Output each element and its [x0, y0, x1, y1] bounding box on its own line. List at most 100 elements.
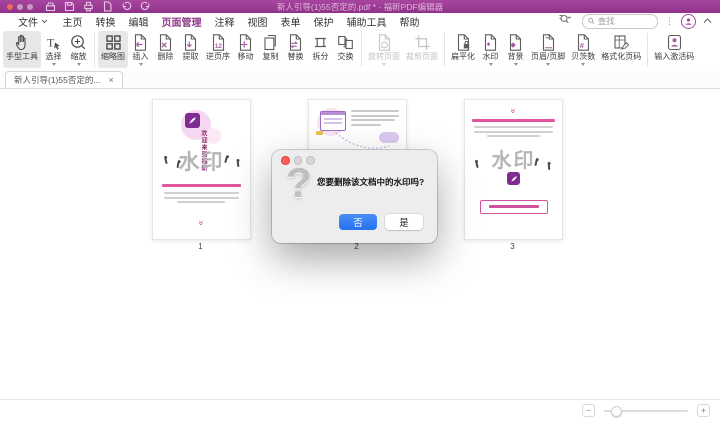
search-box[interactable]	[582, 14, 658, 29]
zoom-slider-knob[interactable]	[611, 406, 622, 417]
ribbon-tab-转换[interactable]: 转换	[89, 13, 122, 30]
toolbar-item-page-delete[interactable]: 删除	[153, 31, 178, 68]
text-line-decor	[351, 124, 381, 126]
toolbar-item-label: 输入激活码	[654, 53, 694, 62]
dropdown-caret-icon	[489, 62, 493, 68]
dropdown-caret-icon	[382, 62, 386, 68]
ribbon-tab-辅助工具[interactable]: 辅助工具	[340, 13, 393, 30]
toolbar-item-background[interactable]: 背景	[503, 31, 528, 68]
ribbon-tabs: 主页转换编辑页面管理注释视图表单保护辅助工具帮助	[56, 13, 426, 30]
background-icon	[506, 33, 525, 52]
redo-icon[interactable]	[140, 1, 151, 12]
zoom-window-button[interactable]	[27, 4, 33, 10]
cloud-decor	[379, 132, 399, 143]
toolbar-item-flatten[interactable]: 扁平化	[448, 31, 478, 68]
question-mark-icon: ?	[286, 162, 312, 204]
toolbar-item-label: 扁平化	[451, 53, 475, 62]
zoom-slider[interactable]	[604, 410, 688, 412]
svg-text:12: 12	[214, 43, 222, 50]
page-insert-icon	[131, 33, 150, 52]
document-icon[interactable]	[102, 1, 113, 12]
dialog-message: 您要删除该文档中的水印吗?	[317, 176, 424, 188]
toolbar-item-label: 背景	[508, 53, 524, 62]
toolbar-item-label: 删除	[158, 53, 174, 62]
dropdown-caret-icon	[52, 62, 56, 68]
toolbar-item-hand[interactable]: 手型工具	[3, 31, 41, 68]
open-icon[interactable]	[45, 1, 56, 12]
toolbar-item-label: 格式化页码	[601, 53, 641, 62]
delete-watermark-dialog: ? 您要删除该文档中的水印吗? 否 是	[272, 150, 437, 243]
toolbar-item-activation-code[interactable]: 输入激活码	[651, 31, 697, 68]
ribbon-tab-表单[interactable]: 表单	[274, 13, 307, 30]
toolbar-item-label: 拆分	[313, 53, 329, 62]
more-options-icon[interactable]: ⋮	[665, 17, 674, 26]
undo-icon[interactable]	[121, 1, 132, 12]
page-number-2: 2	[308, 242, 405, 251]
toolbar-item-page-split[interactable]: 拆分	[308, 31, 333, 68]
text-line-decor	[474, 126, 553, 128]
toolbar-item-label: 水印	[483, 53, 499, 62]
ribbon-tab-主页[interactable]: 主页	[56, 13, 89, 30]
toolbar-item-thumbnails-grid[interactable]: 缩略图	[98, 31, 128, 68]
toolbar-item-select-cursor[interactable]: T选择	[41, 31, 66, 68]
window-titlebar: 新人引导(1)55否定的.pdf * - 福昕PDF编辑器	[0, 0, 720, 13]
document-tab[interactable]: 新人引导(1)55否定的... ×	[5, 71, 123, 88]
toolbar-item-page-extract[interactable]: 提取	[178, 31, 203, 68]
file-menu[interactable]: 文件	[18, 14, 48, 29]
minimize-window-button[interactable]	[17, 4, 23, 10]
toolbar-item-label: 缩放	[71, 53, 87, 62]
yes-button[interactable]: 是	[385, 214, 423, 230]
collapse-ribbon-icon[interactable]	[703, 16, 712, 27]
toolbar-divider	[361, 33, 362, 67]
find-options-icon[interactable]	[559, 14, 575, 28]
dropdown-caret-icon	[77, 62, 81, 68]
page-thumbnail-3[interactable]: » 水印	[464, 99, 563, 240]
watermark-icon	[481, 33, 500, 52]
text-line-decor	[489, 205, 539, 208]
close-window-button[interactable]	[7, 4, 13, 10]
toolbar-item-zoom-plus[interactable]: 缩放	[66, 31, 91, 68]
toolbar-item-page-replace[interactable]: 替换	[283, 31, 308, 68]
search-input[interactable]	[598, 16, 652, 26]
page-thumbnail-1[interactable]: 欢迎来到福昕 水印 »	[152, 99, 251, 240]
toolbar-item-bates-number[interactable]: #贝茨数	[568, 31, 598, 68]
dropdown-caret-icon	[581, 62, 585, 68]
toolbar-item-page-move[interactable]: 移动	[233, 31, 258, 68]
ribbon-tab-注释[interactable]: 注释	[208, 13, 241, 30]
toolbar-item-page-swap[interactable]: 交换	[333, 31, 358, 68]
ribbon-tab-编辑[interactable]: 编辑	[122, 13, 155, 30]
close-tab-icon[interactable]: ×	[108, 75, 113, 85]
search-icon	[588, 17, 595, 25]
ribbon-tab-保护[interactable]: 保护	[307, 13, 340, 30]
ribbon-tab-页面管理[interactable]: 页面管理	[155, 13, 208, 30]
page-extract-icon	[181, 33, 200, 52]
header-footer-icon	[539, 33, 558, 52]
zoom-in-button[interactable]: +	[697, 404, 710, 417]
toolbar-item-watermark[interactable]: 水印	[478, 31, 503, 68]
page-number-1: 1	[152, 242, 249, 251]
ribbon-tab-帮助[interactable]: 帮助	[393, 13, 426, 30]
watermark-text: 水印	[153, 146, 250, 176]
zoom-control: − +	[582, 400, 710, 421]
toolbar-item-format-page-number[interactable]: 格式化页码	[598, 31, 644, 68]
chevron-down-icon	[41, 19, 48, 24]
text-line-decor	[351, 110, 399, 112]
text-line-decor	[472, 119, 555, 122]
zoom-out-button[interactable]: −	[582, 404, 595, 417]
toolbar-item-header-footer[interactable]: 页眉/页脚	[528, 31, 568, 68]
account-avatar[interactable]	[681, 14, 696, 29]
toolbar-item-label: 替换	[288, 53, 304, 62]
scroll-down-chevron-icon: »	[197, 175, 207, 241]
toolbar-item-label: 旋转页面	[368, 53, 400, 62]
toolbar-item-page-copy[interactable]: 复制	[258, 31, 283, 68]
toolbar-item-page-insert[interactable]: 插入	[128, 31, 153, 68]
dropdown-caret-icon	[139, 62, 143, 68]
print-icon[interactable]	[83, 1, 94, 12]
toolbar-item-page-reverse[interactable]: 12逆页序	[203, 31, 233, 68]
thumbnails-grid-icon	[104, 33, 123, 52]
page-swap-icon	[336, 33, 355, 52]
save-icon[interactable]	[64, 1, 75, 12]
ribbon-tab-视图[interactable]: 视图	[241, 13, 274, 30]
document-tab-label: 新人引导(1)55否定的...	[14, 74, 100, 86]
no-button[interactable]: 否	[339, 214, 377, 230]
